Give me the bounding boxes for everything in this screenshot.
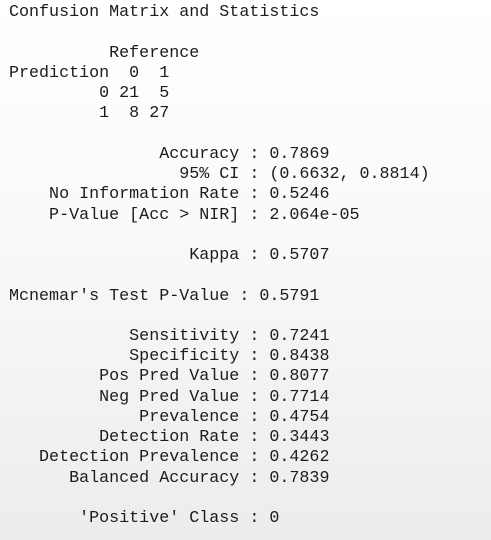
stat-detection-prevalence: Detection Prevalence : 0.4262	[9, 448, 330, 467]
stat-balanced-accuracy: Balanced Accuracy : 0.7839	[9, 469, 330, 488]
stat-specificity: Specificity : 0.8438	[9, 347, 330, 366]
stat-sensitivity: Sensitivity : 0.7241	[9, 327, 330, 346]
matrix-row-0: 0 21 5	[9, 84, 170, 103]
console-output: Confusion Matrix and Statistics Referenc…	[0, 0, 491, 540]
stat-95-ci: 95% CI : (0.6632, 0.8814)	[9, 165, 430, 184]
matrix-reference-header: Reference	[9, 44, 200, 63]
stat-detection-rate: Detection Rate : 0.3443	[9, 428, 330, 447]
stat-p-value: P-Value [Acc > NIR] : 2.064e-05	[9, 206, 360, 225]
matrix-prediction-header: Prediction 0 1	[9, 64, 170, 83]
stat-prevalence: Prevalence : 0.4754	[9, 408, 330, 427]
stat-accuracy: Accuracy : 0.7869	[9, 145, 330, 164]
stat-no-information-rate: No Information Rate : 0.5246	[9, 185, 330, 204]
matrix-row-1: 1 8 27	[9, 104, 170, 123]
stat-pos-pred-value: Pos Pred Value : 0.8077	[9, 367, 330, 386]
output-title: Confusion Matrix and Statistics	[9, 3, 320, 22]
stat-mcnemar-p-value: Mcnemar's Test P-Value : 0.5791	[9, 287, 320, 306]
stat-kappa: Kappa : 0.5707	[9, 246, 330, 265]
stat-neg-pred-value: Neg Pred Value : 0.7714	[9, 388, 330, 407]
stat-positive-class: 'Positive' Class : 0	[9, 509, 280, 528]
